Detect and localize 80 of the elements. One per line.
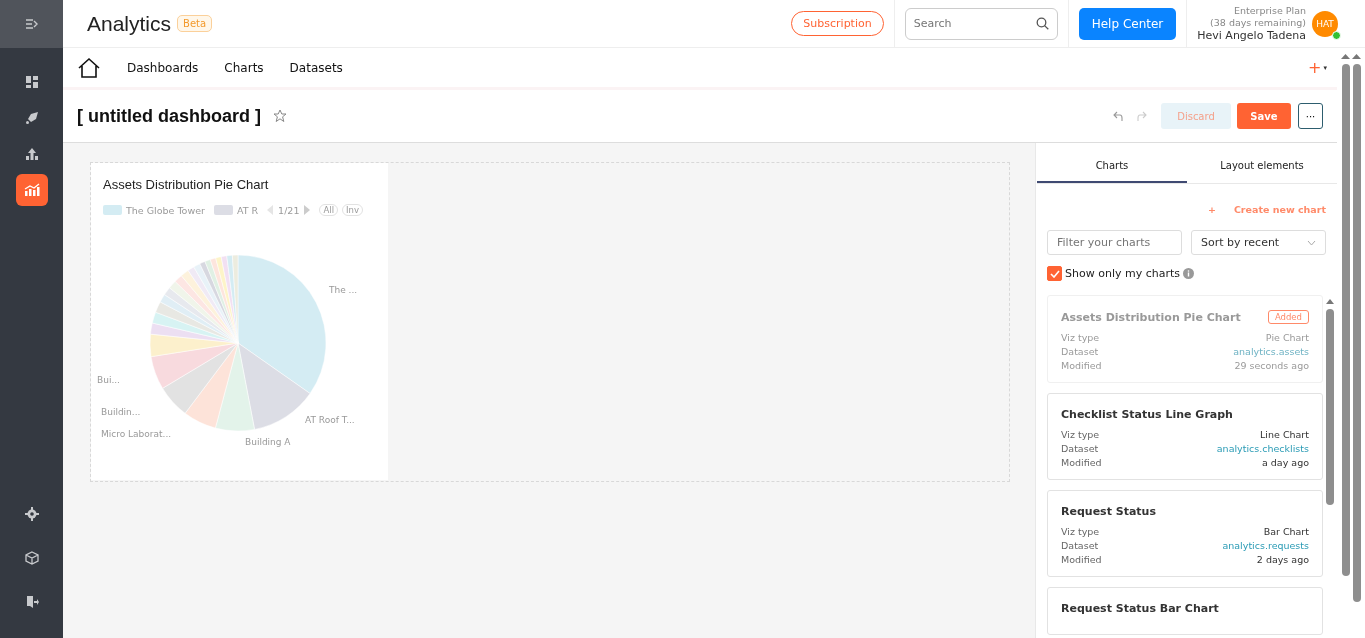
chevron-icon <box>1307 239 1316 246</box>
field-label: Viz type <box>1061 429 1100 440</box>
nav-link[interactable]: Charts <box>224 60 264 75</box>
more-button[interactable]: ··· <box>1298 103 1323 129</box>
dashboard-title: [ untitled dashboard ] <box>77 105 261 127</box>
chart-name: Assets Distribution Pie Chart <box>1061 310 1241 324</box>
panel-tab[interactable]: Layout elements <box>1187 143 1337 183</box>
chart-title: Assets Distribution Pie Chart <box>103 177 270 192</box>
analytics-icon <box>23 183 40 197</box>
field-value: Pie Chart <box>1265 332 1309 343</box>
nav-link[interactable]: Dashboards <box>127 60 199 75</box>
dataset-link[interactable]: analytics.checklists <box>1216 443 1309 454</box>
dashboard-icon <box>24 75 39 89</box>
home-icon[interactable] <box>77 56 101 79</box>
discard-button[interactable]: Discard <box>1161 103 1231 129</box>
dataset-link[interactable]: analytics.assets <box>1233 346 1309 357</box>
info-icon[interactable] <box>1183 268 1194 279</box>
slice-label: Building A <box>245 437 291 447</box>
add-button[interactable]: + <box>1308 58 1322 77</box>
subscription-button[interactable]: Subscription <box>791 11 884 36</box>
help-center-button[interactable]: Help Center <box>1078 7 1177 40</box>
slice-label: The ... <box>329 285 358 295</box>
sort-select[interactable]: Sort by recent <box>1191 230 1326 255</box>
field-label: Viz type <box>1061 332 1100 343</box>
field-label: Dataset <box>1061 540 1099 551</box>
legend-page: 1/21 <box>278 204 300 216</box>
dataset-link[interactable]: analytics.requests <box>1222 540 1309 551</box>
search-field[interactable]: Search <box>904 7 1058 40</box>
legend-label[interactable]: AT R <box>236 204 259 216</box>
upload-chart-icon <box>24 147 39 161</box>
field-value: a day ago <box>1262 457 1309 468</box>
checkbox-label: Show only my charts <box>1065 267 1180 280</box>
slice-label: AT Roof T... <box>305 415 355 425</box>
logout-icon <box>24 595 39 609</box>
chart-name: Checklist Status Line Graph <box>1061 408 1233 421</box>
chart-name: Request Status <box>1061 505 1156 518</box>
slice-label: Micro Laborat... <box>101 429 172 439</box>
menu-icon[interactable] <box>24 18 39 30</box>
field-value: Bar Chart <box>1263 526 1309 537</box>
chart-list-card[interactable]: Assets Distribution Pie Chart Added Viz type Pie Chart Dataset analytics.assets Modified 29 seconds ago <box>1047 295 1323 383</box>
field-value: 29 seconds ago <box>1234 360 1309 371</box>
star-icon[interactable] <box>273 109 287 123</box>
field-label: Modified <box>1061 360 1102 371</box>
search-icon <box>1035 16 1049 30</box>
rocket-icon <box>24 111 39 125</box>
chart-name: Request Status Bar Chart <box>1061 602 1219 615</box>
sidebar-item[interactable] <box>15 174 48 206</box>
settings-icon <box>24 507 39 521</box>
field-value: 2 days ago <box>1256 554 1309 565</box>
field-label: Dataset <box>1061 346 1099 357</box>
field-value: Line Chart <box>1260 429 1309 440</box>
slice-label: Buildin... <box>101 407 141 417</box>
chart-list-card[interactable]: Request Status Bar Chart <box>1047 587 1323 635</box>
scrollbar-thumb[interactable] <box>1341 64 1350 576</box>
chart-list-card[interactable]: Checklist Status Line Graph Viz type Line Chart Dataset analytics.checklists Modified a day ago <box>1047 393 1323 480</box>
scrollbar-thumb[interactable] <box>1326 309 1334 505</box>
field-label: Modified <box>1061 554 1102 565</box>
beta-badge: Beta <box>177 15 213 32</box>
user-name: Hevi Angelo Tadena <box>1197 29 1306 42</box>
undo-icon[interactable] <box>1113 111 1124 121</box>
field-label: Modified <box>1061 457 1102 468</box>
plan-label: Enterprise Plan <box>1233 5 1306 17</box>
legend-label[interactable]: The Globe Tower <box>126 204 205 216</box>
chart-list-card[interactable]: Request Status Viz type Bar Chart Dataset analytics.requests Modified 2 days ago <box>1047 490 1323 577</box>
nav-link[interactable]: Datasets <box>289 60 343 75</box>
save-button[interactable]: Save <box>1237 103 1291 129</box>
create-chart-link[interactable]: + Create new chart <box>1037 184 1337 215</box>
scroll-up-icon[interactable] <box>1326 299 1334 304</box>
field-label: Viz type <box>1061 526 1100 537</box>
added-badge: Added <box>1267 310 1309 324</box>
user-avatar[interactable]: HAT <box>1312 10 1338 37</box>
checkbox[interactable] <box>1047 266 1062 281</box>
scrollbar-thumb[interactable] <box>1352 64 1361 602</box>
panel-tab[interactable]: Charts <box>1037 143 1187 183</box>
app-title: Analytics <box>87 11 172 36</box>
days-remaining: (38 days remaining) <box>1210 17 1306 29</box>
field-label: Dataset <box>1061 443 1099 454</box>
slice-label: Bui... <box>97 375 120 385</box>
filter-field[interactable]: Filter your charts <box>1047 230 1182 255</box>
cube-icon <box>24 551 39 565</box>
